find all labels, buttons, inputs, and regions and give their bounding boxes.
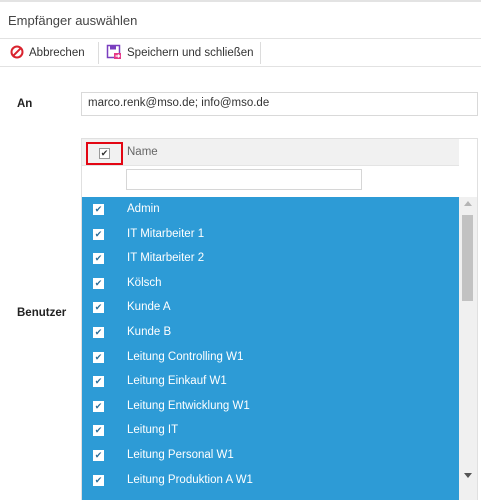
row-name: Kölsch [127,276,162,289]
toolbar-separator [98,42,99,64]
list-item[interactable]: ✔ Admin [82,197,459,222]
name-filter-input[interactable] [126,169,362,190]
row-name: IT Mitarbeiter 2 [127,252,205,265]
row-checkbox[interactable]: ✔ [93,351,104,363]
users-grid: ✔ Name ✔ Admin ✔ IT Mitarbeiter 1 ✔ IT Mitarb… [81,138,478,500]
row-checkbox[interactable]: ✔ [93,204,104,215]
row-checkbox[interactable]: ✔ [93,450,104,461]
row-checkbox[interactable]: ✔ [93,376,104,388]
row-checkbox[interactable]: ✔ [93,400,104,412]
row-checkbox[interactable]: ✔ [93,253,104,265]
scrollbar-thumb[interactable] [462,215,473,301]
save-label: Speichern und schließen [127,47,254,59]
list-item[interactable]: ✔ Leitung Personal W1 [82,443,459,468]
cancel-label: Abbrechen [29,47,85,59]
select-all-highlight: ✔ [86,142,123,165]
row-checkbox[interactable]: ✔ [93,474,104,486]
row-name: Leitung IT [127,424,179,437]
dialog-title: Empfänger auswählen [8,13,138,28]
row-name: Leitung Personal W1 [127,449,234,461]
list-item[interactable]: ✔ Leitung Controlling W1 [82,345,459,370]
save-close-icon [106,44,122,63]
list-item[interactable]: ✔ Leitung Produktion A W1 [82,468,459,493]
row-checkbox[interactable]: ✔ [93,425,104,437]
row-checkbox[interactable]: ✔ [93,302,104,314]
column-header-name[interactable]: Name [127,146,158,158]
user-list: ✔ Admin ✔ IT Mitarbeiter 1 ✔ IT Mitarbeiter 2… [82,197,459,500]
toolbar: Abbrechen Speichern und schließen [0,39,481,67]
list-item[interactable]: ✔ Kölsch [82,271,459,296]
row-name: IT Mitarbeiter 1 [127,227,205,240]
grid-header: ✔ Name [82,139,459,166]
row-name: Leitung Einkauf W1 [127,375,227,388]
row-name: Leitung Entwicklung W1 [127,399,250,412]
list-item[interactable]: ✔ Leitung Einkauf W1 [82,369,459,394]
row-checkbox[interactable]: ✔ [93,277,104,289]
scroll-down-icon[interactable] [464,473,472,478]
list-item[interactable]: ✔ Leitung IT [82,418,459,443]
row-name: Admin [127,203,160,215]
list-item[interactable]: ✔ IT Mitarbeiter 2 [82,246,459,271]
row-name: Leitung Controlling W1 [127,350,244,363]
list-item[interactable]: ✔ IT Mitarbeiter 1 [82,222,459,247]
select-all-checkbox[interactable]: ✔ [99,148,110,159]
row-checkbox[interactable]: ✔ [93,228,104,240]
row-name: Leitung Produktion A W1 [127,473,253,486]
save-and-close-button[interactable]: Speichern und schließen [106,39,254,67]
top-border [0,0,481,2]
vertical-scrollbar[interactable] [459,197,477,500]
no-entry-icon [10,45,24,62]
recipients-field[interactable]: marco.renk@mso.de; info@mso.de [81,92,478,116]
scroll-up-icon[interactable] [464,201,472,206]
row-name: Kunde B [127,326,172,338]
list-item[interactable]: ✔ Kunde A [82,295,459,320]
row-checkbox[interactable]: ✔ [93,327,104,338]
row-name: Kunde A [127,301,171,314]
toolbar-separator [260,42,261,64]
list-item[interactable]: ✔ Leitung Entwicklung W1 [82,394,459,419]
list-item[interactable]: ✔ Kunde B [82,320,459,345]
users-label: Benutzer [17,307,67,319]
to-label: An [17,98,33,110]
cancel-button[interactable]: Abbrechen [10,39,85,67]
